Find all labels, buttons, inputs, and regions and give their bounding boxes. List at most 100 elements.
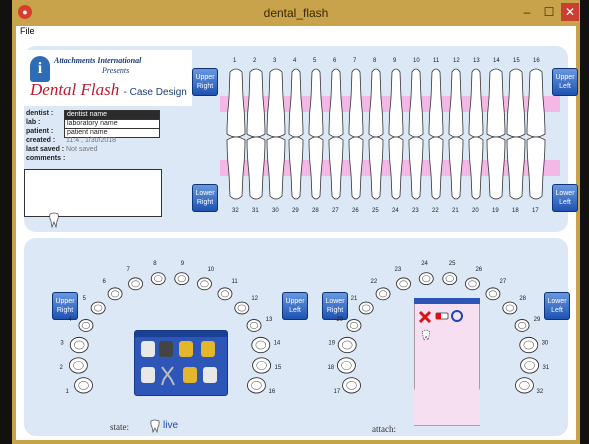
lower-arch-tooth[interactable] — [514, 319, 530, 332]
upper-right-button-top[interactable]: Upper Right — [192, 68, 218, 96]
logo-presents: Presents — [102, 66, 130, 75]
lower-tooth[interactable] — [526, 136, 546, 200]
upper-tooth[interactable] — [288, 68, 304, 138]
upper-arch-tooth[interactable] — [251, 336, 271, 354]
lower-arch-tooth[interactable] — [337, 336, 357, 354]
upper-tooth[interactable] — [448, 68, 464, 138]
lower-tooth[interactable] — [506, 136, 526, 200]
tray-implant-item[interactable] — [203, 367, 217, 383]
upper-arch-tooth[interactable] — [252, 357, 272, 374]
upper-tooth[interactable] — [486, 68, 506, 138]
upper-arch-tooth[interactable] — [150, 272, 166, 286]
lower-arch-tooth[interactable] — [336, 357, 356, 374]
eraser-icon[interactable] — [435, 312, 449, 320]
upper-tooth[interactable] — [468, 68, 484, 138]
lower-arch-tooth[interactable] — [519, 336, 539, 354]
menu-file[interactable]: File — [20, 26, 35, 36]
upper-tooth-number: 16 — [533, 58, 540, 64]
minimize-button[interactable]: – — [516, 3, 538, 21]
upper-tooth[interactable] — [428, 68, 444, 138]
lower-arch-tooth[interactable] — [418, 272, 434, 286]
upper-arch-tooth[interactable] — [68, 357, 88, 374]
logo-product: Dental Flash - Case Design — [30, 80, 187, 100]
upper-tooth-number: 4 — [293, 58, 297, 64]
lower-tooth[interactable] — [486, 136, 506, 200]
upper-tooth[interactable] — [308, 68, 324, 138]
upper-tooth[interactable] — [526, 68, 546, 138]
lower-arch-tooth[interactable] — [520, 357, 540, 374]
upper-arch-tooth[interactable] — [234, 301, 250, 315]
lower-tooth-number: 27 — [332, 208, 339, 214]
tray-tooth-item[interactable] — [141, 367, 155, 383]
lower-arch-tooth[interactable] — [515, 377, 534, 394]
tray-header — [135, 331, 227, 337]
upper-arch-tooth[interactable] — [247, 377, 266, 394]
tray-gold-crown-item[interactable] — [179, 341, 193, 357]
maximize-button[interactable]: ☐ — [538, 3, 560, 21]
close-button[interactable]: ✕ — [561, 3, 579, 21]
upper-arch-tooth[interactable] — [90, 301, 106, 315]
lower-arch-tooth[interactable] — [442, 272, 458, 286]
case-form: dentist : dentist name lab : laboratory … — [24, 110, 194, 164]
tray-gold-tooth-item[interactable] — [183, 367, 197, 383]
lower-arch-tooth[interactable] — [396, 277, 411, 291]
upper-arch-tooth[interactable] — [217, 287, 233, 301]
lower-arch-tooth[interactable] — [346, 319, 362, 332]
upper-arch-tooth[interactable] — [78, 319, 94, 332]
lower-tooth[interactable] — [468, 136, 484, 200]
upper-tooth[interactable] — [246, 68, 266, 138]
lower-arch-number: 25 — [449, 261, 456, 267]
upper-arch-number: 10 — [207, 267, 214, 273]
lower-tooth[interactable] — [368, 136, 384, 200]
pliers-icon[interactable] — [159, 365, 177, 387]
tray-post-item[interactable] — [159, 341, 173, 357]
upper-tooth[interactable] — [506, 68, 526, 138]
upper-tooth[interactable] — [368, 68, 384, 138]
comments-field[interactable] — [24, 169, 162, 217]
upper-tooth[interactable] — [226, 68, 246, 138]
upper-arch-number: 16 — [268, 389, 275, 395]
lower-tooth[interactable] — [448, 136, 464, 200]
tray-crown-item[interactable] — [141, 341, 155, 357]
logo-company: Attachments International — [54, 56, 142, 65]
lower-tooth[interactable] — [246, 136, 266, 200]
lower-right-button-top[interactable]: Lower Right — [192, 184, 218, 212]
lower-tooth[interactable] — [388, 136, 404, 200]
lower-tooth[interactable] — [308, 136, 324, 200]
top-panel: i Attachments International Presents Den… — [24, 46, 578, 232]
upper-arch-tooth[interactable] — [69, 336, 89, 354]
upper-arch-tooth[interactable] — [174, 272, 190, 286]
upper-tooth[interactable] — [348, 68, 364, 138]
lower-arch-number: 27 — [499, 279, 506, 285]
lower-arch-number: 23 — [395, 267, 402, 273]
lower-tooth-number: 24 — [392, 208, 399, 214]
upper-arch-tooth[interactable] — [246, 319, 262, 332]
lower-arch-tooth[interactable] — [485, 287, 501, 301]
lower-tooth[interactable] — [266, 136, 286, 200]
lower-arch-tooth[interactable] — [342, 377, 361, 394]
lower-arch-tooth[interactable] — [358, 301, 374, 315]
lower-tooth[interactable] — [408, 136, 424, 200]
upper-tooth[interactable] — [328, 68, 344, 138]
upper-tooth-number: 3 — [273, 58, 277, 64]
upper-tooth[interactable] — [408, 68, 424, 138]
lower-arch-tooth[interactable] — [502, 301, 518, 315]
lower-tooth[interactable] — [428, 136, 444, 200]
upper-tooth-number: 11 — [433, 58, 440, 64]
lower-tooth[interactable] — [328, 136, 344, 200]
upper-arch-tooth[interactable] — [74, 377, 93, 394]
tray-gold-bridge-item[interactable] — [201, 341, 215, 357]
state-label: state: — [110, 422, 129, 432]
lower-arch-number: 24 — [421, 261, 428, 267]
lower-tooth[interactable] — [226, 136, 246, 200]
upper-arch-tooth[interactable] — [128, 277, 143, 291]
lower-tooth[interactable] — [348, 136, 364, 200]
upper-arch-number: 12 — [251, 296, 258, 302]
upper-arch-tooth[interactable] — [197, 277, 212, 291]
upper-arch-tooth[interactable] — [107, 287, 123, 301]
lower-arch-tooth[interactable] — [375, 287, 391, 301]
lower-arch-tooth[interactable] — [465, 277, 480, 291]
upper-tooth[interactable] — [388, 68, 404, 138]
upper-tooth[interactable] — [266, 68, 286, 138]
lower-tooth[interactable] — [288, 136, 304, 200]
